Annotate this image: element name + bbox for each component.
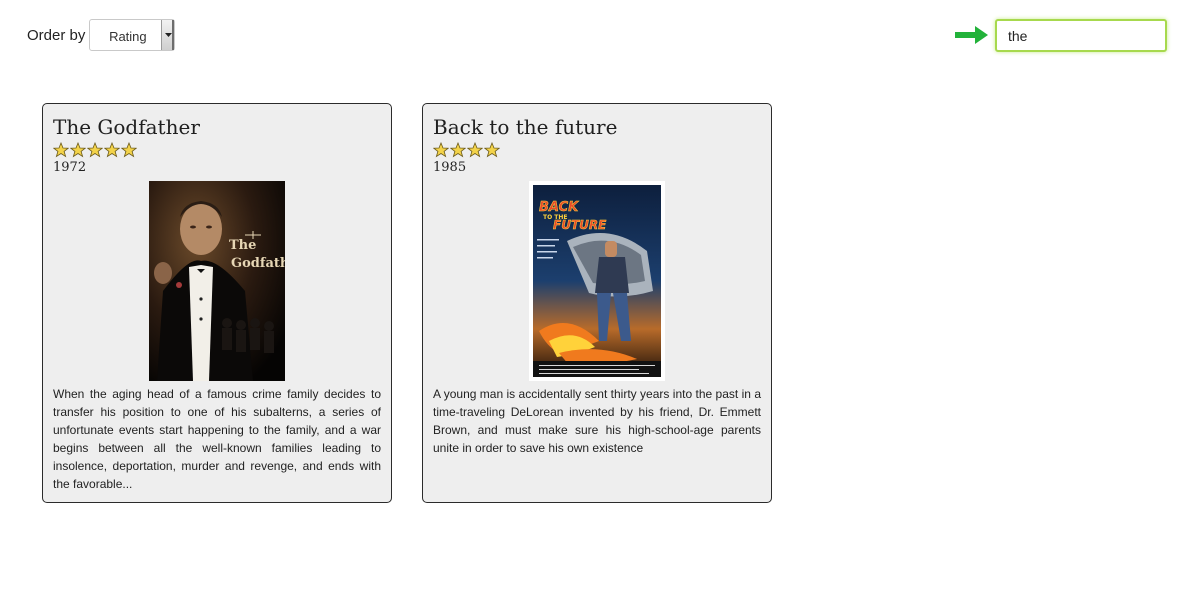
chevron-down-icon[interactable] [161,20,175,50]
star-icon [450,142,466,158]
star-icon [467,142,483,158]
star-icon [121,142,137,158]
movie-title[interactable]: Back to the future [433,115,761,139]
order-toolbar: Order by Rating [27,19,176,51]
movie-description: When the aging head of a famous crime fa… [53,387,381,491]
movie-year: 1972 [53,160,87,175]
star-icon [484,142,500,158]
search-input[interactable] [995,19,1167,52]
star-icon [70,142,86,158]
svg-text:The: The [229,238,256,253]
order-by-selected-value: Rating [109,29,147,44]
movie-year: 1985 [433,160,467,175]
rating-stars [433,142,761,158]
movie-poster-image[interactable]: The Godfather [149,181,285,381]
svg-text:FUTURE: FUTURE [553,218,607,232]
rating-stars [53,142,381,158]
star-icon [53,142,69,158]
movie-description: A young man is accidentally sent thirty … [433,387,761,455]
svg-text:BACK: BACK [539,200,579,215]
star-icon [104,142,120,158]
svg-text:Godfather: Godfather [231,256,285,271]
movie-title[interactable]: The Godfather [53,115,381,139]
star-icon [433,142,449,158]
movie-poster-image[interactable]: BACK TO THE FUTURE [529,181,665,381]
order-by-select[interactable]: Rating [89,19,176,51]
star-icon [87,142,103,158]
movie-card: The Godfather 1972 The Godfath When the … [42,103,392,503]
order-by-label: Order by [27,26,86,44]
movie-card: Back to the future 1985 BACK TO THE FUTU… [422,103,772,503]
green-right-arrow-icon [955,26,988,44]
